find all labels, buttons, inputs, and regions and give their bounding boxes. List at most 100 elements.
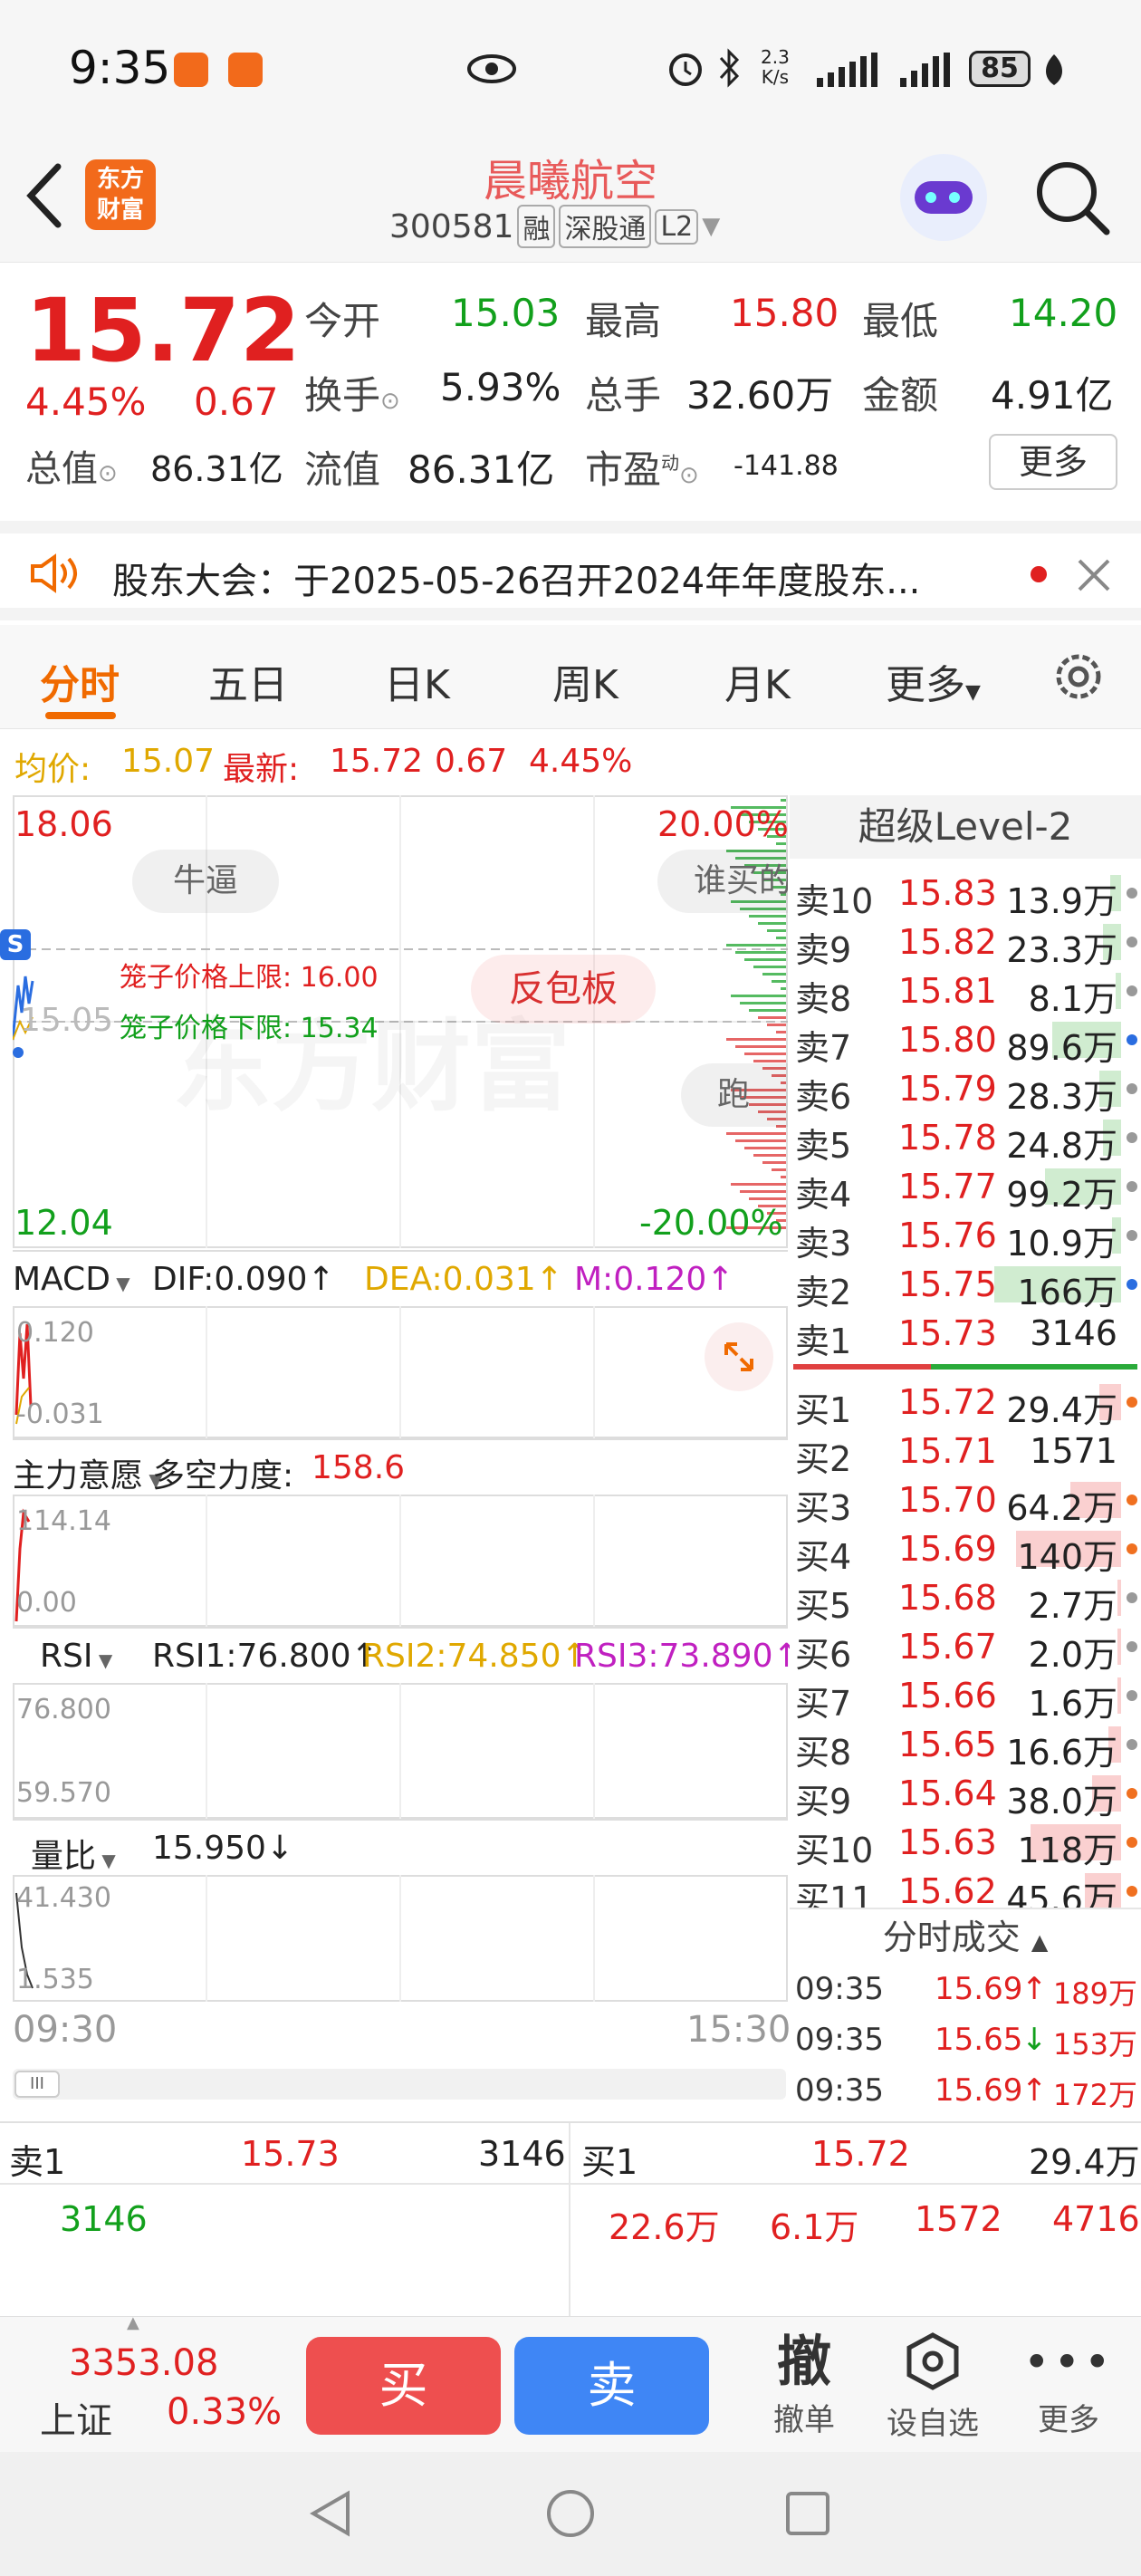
index-pct[interactable]: 0.33% (167, 2391, 282, 2433)
comment-bubble[interactable]: 谁买的 (657, 850, 788, 913)
comment-bubble[interactable]: 反包板 (471, 955, 656, 1024)
volume-value: 32.60万 (686, 373, 834, 418)
price-info-line: 均价: 15.07 最新: 15.72 0.67 4.45% (0, 732, 1141, 795)
tab-more[interactable]: 更多▼ (886, 652, 981, 710)
high-value: 15.80 (730, 291, 839, 335)
bid-level[interactable]: 买9 15.64 38.0万 (790, 1768, 1141, 1821)
bid-level[interactable]: 买1 15.72 29.4万 (790, 1377, 1141, 1430)
sell-button[interactable]: 卖 (514, 2337, 709, 2435)
nav-recents-icon[interactable] (781, 2486, 835, 2541)
notice-bar[interactable]: 股东大会：于2025-05-26召开2024年年度股东... (0, 521, 1141, 620)
level-label: 买6 (795, 1635, 852, 1675)
level-price: 15.63 (898, 1822, 997, 1862)
speaker-icon (31, 553, 77, 593)
buy-button[interactable]: 买 (306, 2337, 501, 2435)
volume-profile-bar (726, 944, 786, 947)
nav-home-icon[interactable] (543, 2486, 598, 2541)
last-price: 15.72 (25, 280, 301, 381)
add-watchlist-button[interactable]: 设自选 (878, 2330, 987, 2443)
volume-profile-bar (758, 922, 786, 925)
index-name[interactable]: 上证 (40, 2391, 112, 2444)
caret-up-icon: ▲ (127, 2313, 139, 2332)
level-price: 15.62 (898, 1871, 997, 1911)
volume-profile-bar (744, 1147, 786, 1149)
latest-value: 15.72 (330, 743, 424, 780)
bid-level[interactable]: 买10 15.63 118万 (790, 1817, 1141, 1870)
more-label: 更多 (1038, 2402, 1099, 2438)
indicator-select-rsi[interactable]: RSI ▼ (40, 1638, 112, 1675)
signal-icon (817, 53, 877, 87)
level-label: 卖6 (795, 1077, 852, 1117)
trades-title[interactable]: 分时成交 ▲ (790, 1908, 1141, 1958)
hexagon-icon (906, 2332, 959, 2390)
tab-daily-k[interactable]: 日K (384, 652, 450, 710)
order-dot-icon (1127, 1397, 1137, 1408)
level-volume: 64.2万 (1006, 1488, 1117, 1528)
trade-time: 09:35 (795, 2022, 884, 2058)
bid-level[interactable]: 买4 15.69 140万 (790, 1523, 1141, 1577)
bq-buy-label: 买1 (581, 2142, 638, 2182)
intraday-chart[interactable]: 东方财富 18.06 20.00% 12.04 -20.00% 15.05 S … (0, 795, 801, 2119)
tab-weekly-k[interactable]: 周K (552, 652, 618, 710)
gear-icon[interactable] (1050, 649, 1107, 705)
nav-back-icon[interactable] (304, 2486, 359, 2541)
ask-level[interactable]: 卖2 15.75 166万 (790, 1259, 1141, 1312)
bid-level[interactable]: 买5 15.68 2.7万 (790, 1572, 1141, 1626)
ask-level[interactable]: 卖1 15.73 3146 (790, 1308, 1141, 1361)
s-badge[interactable]: S (0, 929, 31, 960)
indicator-select-zlyy[interactable]: 主力意愿 ▼ (13, 1449, 163, 1496)
bq-buy-row2-3: 1572 (915, 2199, 1002, 2239)
ask-level[interactable]: 卖3 15.76 10.9万 (790, 1210, 1141, 1264)
level-label: 买7 (795, 1684, 852, 1724)
level2-title[interactable]: 超级Level-2 (790, 795, 1141, 859)
bid-level[interactable]: 买6 15.67 2.0万 (790, 1621, 1141, 1675)
scroll-handle[interactable]: III (14, 2071, 60, 2098)
level-volume: 1571 (1030, 1431, 1117, 1471)
rsi-chart (13, 1683, 788, 1819)
level-price: 15.80 (898, 1020, 997, 1060)
cancel-order-button[interactable]: 撤 撤单 (759, 2330, 849, 2439)
comment-bubble[interactable]: 牛逼 (132, 850, 279, 913)
ask-level[interactable]: 卖8 15.81 8.1万 (790, 966, 1141, 1019)
tab-monthly-k[interactable]: 月K (724, 652, 791, 710)
bluetooth-icon (719, 48, 740, 88)
indicator-select-macd[interactable]: MACD ▼ (13, 1261, 130, 1298)
volume-fill-bar (1117, 1629, 1121, 1665)
bid-level[interactable]: 买8 15.65 16.6万 (790, 1719, 1141, 1773)
order-dot-icon (1127, 1279, 1137, 1290)
rsi-header: RSI ▼ RSI1:76.800↑ RSI2:74.850↑ RSI3:73.… (13, 1627, 801, 1683)
level-label: 卖2 (795, 1273, 852, 1312)
more-button[interactable]: 更多 (989, 434, 1117, 490)
robot-assistant-icon[interactable] (900, 154, 987, 241)
bq-sell-row2: 3146 (60, 2199, 148, 2239)
ask-level[interactable]: 卖10 15.83 13.9万 (790, 868, 1141, 921)
index-value[interactable]: 3353.08 (69, 2342, 218, 2384)
ask-level[interactable]: 卖5 15.78 24.8万 (790, 1112, 1141, 1166)
tab-intraday[interactable]: 分时 (40, 652, 120, 710)
expand-icon[interactable] (705, 1322, 773, 1391)
level-price: 15.66 (898, 1676, 997, 1716)
close-icon[interactable] (1074, 555, 1114, 595)
turnover-label: 换手⊙ (304, 373, 400, 418)
volume-profile-bar (726, 1038, 786, 1041)
ask-level[interactable]: 卖9 15.82 23.3万 (790, 917, 1141, 970)
ask-level[interactable]: 卖6 15.79 28.3万 (790, 1063, 1141, 1117)
bid-level[interactable]: 买7 15.66 1.6万 (790, 1670, 1141, 1724)
system-nav-bar (0, 2452, 1141, 2576)
net-speed: 2.3 K/s (761, 46, 790, 88)
bid-level[interactable]: 买2 15.71 1571 (790, 1426, 1141, 1479)
back-arrow-icon[interactable] (22, 161, 67, 230)
tab-5day[interactable]: 五日 (208, 652, 288, 710)
search-icon[interactable] (1032, 158, 1114, 239)
stock-code-line[interactable]: 300581 融 深股通 L2 ▼ (389, 205, 720, 248)
chart-scrollbar[interactable]: III (13, 2069, 786, 2100)
ask-level[interactable]: 卖7 15.80 89.6万 (790, 1014, 1141, 1068)
time-axis-start: 09:30 (13, 2009, 118, 2051)
more-menu-button[interactable]: ••• 更多 (1023, 2330, 1114, 2439)
comment-bubble[interactable]: 跑 (681, 1063, 788, 1127)
indicator-select-lb[interactable]: 量比 ▼ (31, 1830, 116, 1877)
eastmoney-logo[interactable]: 东方 财富 (85, 159, 156, 230)
bid-level[interactable]: 买3 15.70 64.2万 (790, 1475, 1141, 1528)
trade-row: 09:35 15.69 ↑ 189万 (790, 1964, 1141, 2013)
ask-level[interactable]: 卖4 15.77 99.2万 (790, 1161, 1141, 1215)
